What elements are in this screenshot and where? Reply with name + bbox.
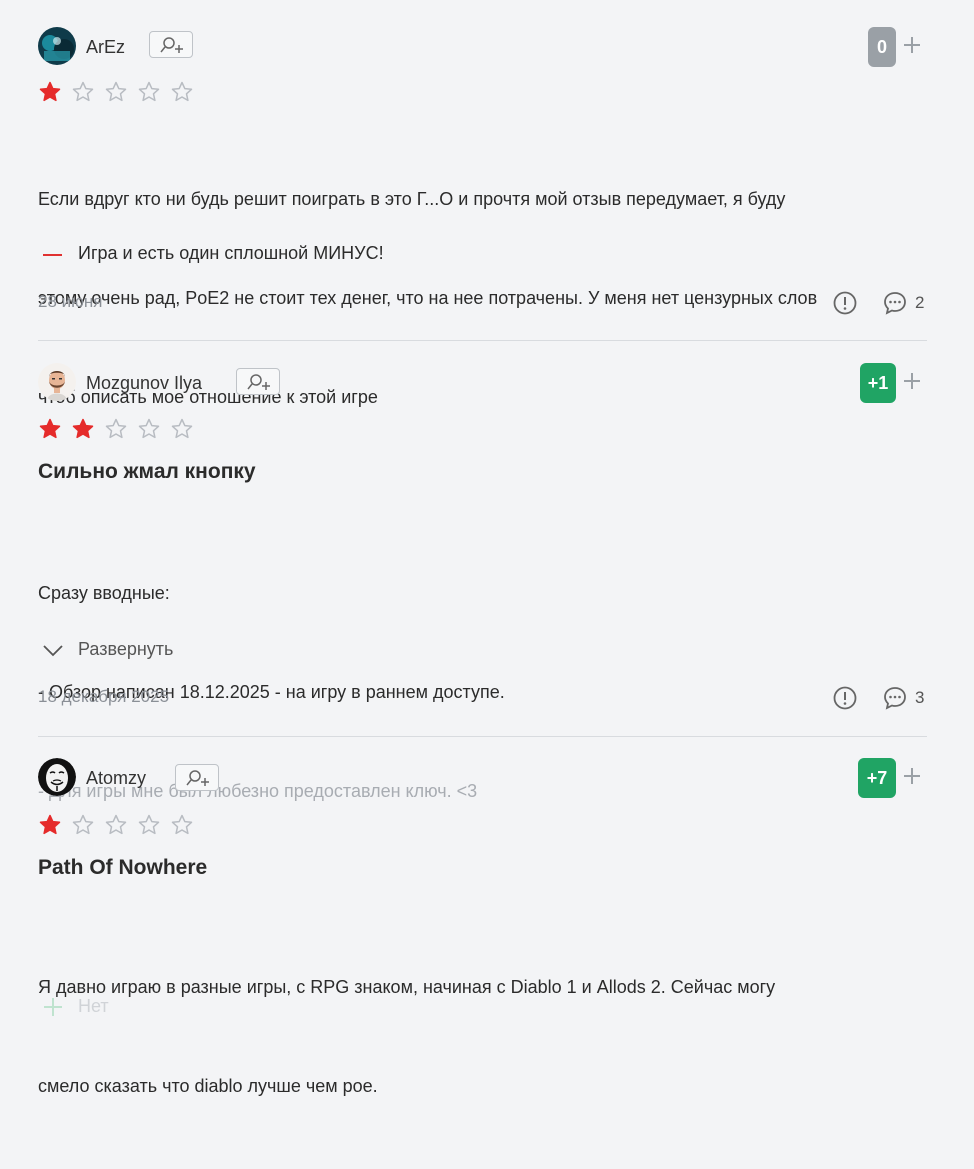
follow-user-button[interactable]	[175, 764, 219, 791]
review-date: 18 декабря 2025	[38, 687, 170, 706]
review-body-line: смело сказать что diablo лучше чем рое.	[38, 1076, 378, 1096]
review-title: Path Of Nowhere	[38, 856, 208, 879]
review-body-line: - Обзор написан 18.12.2025 - на игру в р…	[38, 682, 505, 702]
follow-user-icon	[186, 770, 209, 786]
review-body-line: Если вдруг кто ни будь решит поиграть в …	[38, 189, 786, 209]
comment-count: 2	[915, 293, 925, 312]
report-icon[interactable]	[832, 290, 858, 316]
avatar[interactable]	[38, 363, 76, 401]
username[interactable]: Atomzy	[86, 768, 146, 789]
star-icon	[171, 81, 193, 102]
star-rating	[38, 80, 198, 104]
review-body-line: этому очень рад, PoE2 не стоит тех денег…	[38, 288, 818, 308]
star-icon	[39, 81, 61, 102]
chevron-down-icon	[43, 645, 63, 657]
star-icon	[138, 418, 160, 439]
review-body-line: Сразу вводные:	[38, 583, 170, 603]
avatar[interactable]	[38, 27, 76, 65]
star-icon	[72, 81, 94, 102]
review-header: Mozgunov Ilya +1	[38, 363, 927, 403]
review-actions: 2	[827, 290, 927, 316]
star-rating	[38, 417, 198, 441]
rating-score-badge: +7	[858, 758, 896, 798]
comment-icon[interactable]	[882, 290, 908, 316]
avatar[interactable]	[38, 758, 76, 796]
plus-icon[interactable]	[902, 371, 922, 391]
star-icon	[105, 81, 127, 102]
review-date: 28 июня	[38, 292, 103, 311]
plus-text: Нет	[78, 996, 109, 1016]
star-icon	[171, 418, 193, 439]
star-icon	[105, 814, 127, 835]
expand-button[interactable]: Развернуть	[38, 639, 238, 663]
star-icon	[138, 81, 160, 102]
minus-icon	[43, 254, 62, 256]
minus-point: Игра и есть один сплошной МИНУС!	[38, 243, 538, 267]
review-card: Mozgunov Ilya +1 Сильно жмал кнопку Сраз…	[38, 363, 927, 801]
review-header: ArEz 0	[38, 27, 927, 67]
plus-icon[interactable]	[902, 35, 922, 55]
star-icon	[171, 814, 193, 835]
follow-user-button[interactable]	[236, 368, 280, 395]
comment-icon[interactable]	[882, 685, 908, 711]
star-icon	[138, 814, 160, 835]
rating-score-badge: +1	[860, 363, 896, 403]
review-title: Сильно жмал кнопку	[38, 460, 256, 483]
report-icon[interactable]	[832, 685, 858, 711]
comment-count: 3	[915, 688, 925, 707]
star-icon	[39, 418, 61, 439]
divider	[38, 340, 927, 341]
review-body: Я давно играю в разные игры, с RPG знако…	[38, 905, 928, 1169]
review-header: Atomzy +7	[38, 758, 927, 798]
username[interactable]: Mozgunov Ilya	[86, 373, 202, 394]
plus-mark-icon	[44, 998, 62, 1016]
star-rating	[38, 813, 198, 837]
review-card: Atomzy +7 Path Of Nowhere Я давно играю …	[38, 758, 927, 1096]
expand-label: Развернуть	[78, 639, 174, 659]
plus-point: Нет	[38, 996, 338, 1020]
plus-icon[interactable]	[902, 766, 922, 786]
follow-user-icon	[247, 374, 270, 390]
follow-user-icon	[160, 37, 183, 53]
star-icon	[39, 814, 61, 835]
review-actions: 3	[827, 685, 927, 711]
star-icon	[72, 418, 94, 439]
minus-text: Игра и есть один сплошной МИНУС!	[78, 243, 384, 263]
rating-score-badge: 0	[868, 27, 896, 67]
review-card: ArEz 0 Если вдруг кто ни будь решит поиг…	[38, 27, 927, 407]
star-icon	[105, 418, 127, 439]
follow-user-button[interactable]	[149, 31, 193, 58]
divider	[38, 736, 927, 737]
username[interactable]: ArEz	[86, 37, 125, 58]
star-icon	[72, 814, 94, 835]
